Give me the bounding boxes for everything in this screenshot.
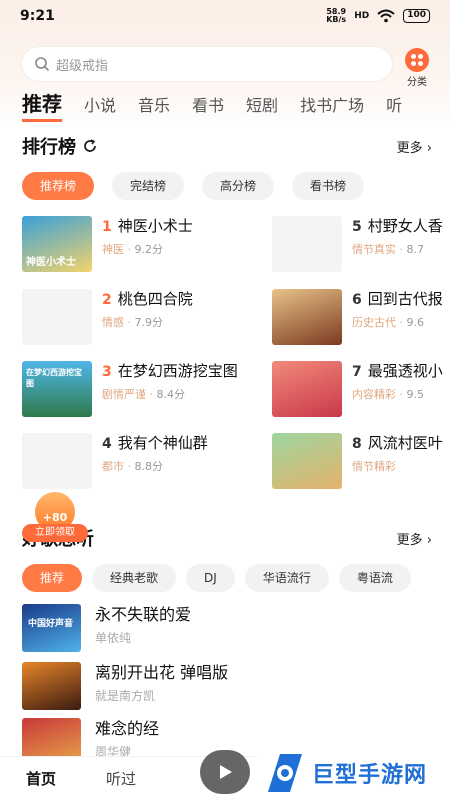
hd-signal-icon: HD: [354, 11, 370, 21]
songs-pills: 推荐 经典老歌 DJ 华语流行 粤语流: [22, 564, 450, 594]
wifi-icon: [377, 9, 395, 23]
tab-listen[interactable]: 听: [386, 92, 402, 122]
book-cover: [272, 433, 342, 489]
tab-recommend[interactable]: 推荐: [22, 88, 62, 122]
nav-listened[interactable]: 听过: [106, 768, 136, 789]
song-item[interactable]: 中国好声音 永不失联的爱 单依纯: [22, 604, 432, 652]
song-artist: 单依纯: [95, 631, 132, 645]
pill-cantopop[interactable]: 粤语流: [338, 564, 411, 592]
ranking-title: 排行榜: [22, 137, 76, 158]
book-title: 风流村医叶: [367, 434, 443, 452]
top-tabs: 推荐 小说 音乐 看书 短剧 找书广场 听: [22, 88, 450, 122]
song-item[interactable]: 离别开出花 弹唱版 就是南方凯: [22, 662, 432, 710]
ranking-header: 排行榜 更多 ›: [22, 132, 432, 160]
pill-reading-rank[interactable]: 看书榜: [292, 172, 365, 200]
ranking-more-link[interactable]: 更多 ›: [397, 137, 432, 156]
pill-completed-rank[interactable]: 完结榜: [112, 172, 185, 200]
book-title: 我有个神仙群: [117, 434, 208, 452]
song-title: 离别开出花 弹唱版: [95, 663, 229, 682]
watermark-logo-icon: [268, 754, 302, 792]
category-button[interactable]: 分类: [402, 46, 432, 88]
battery-icon: 100: [403, 9, 430, 23]
rank-item[interactable]: 4 我有个神仙群 都市 · 8.8分: [22, 433, 242, 489]
rank-item[interactable]: 7 最强透视小 内容精彩 · 9.5: [272, 361, 450, 417]
book-title: 在梦幻西游挖宝图: [117, 362, 238, 380]
play-icon: [220, 765, 232, 779]
book-cover-placeholder: [22, 433, 92, 489]
songs-more-link[interactable]: 更多 ›: [397, 529, 432, 548]
book-cover-placeholder: [272, 216, 342, 272]
player-play-button[interactable]: [200, 750, 250, 794]
pill-recommend-rank[interactable]: 推荐榜: [22, 172, 95, 200]
status-time: 9:21: [20, 8, 55, 24]
book-title: 桃色四合院: [117, 290, 193, 308]
song-artist: 就是南方凯: [95, 689, 156, 703]
network-speed: 58.9 KB/s: [326, 7, 347, 24]
status-indicators: 58.9 KB/s HD 100: [326, 8, 430, 24]
rank-item[interactable]: 2 桃色四合院 情感 · 7.9分: [22, 289, 242, 345]
search-placeholder: 超级戒指: [56, 58, 109, 74]
book-cover: 神医小术士: [22, 216, 92, 272]
rank-item[interactable]: 5 村野女人香 情节真实 · 8.7: [272, 216, 450, 272]
pill-mandopop[interactable]: 华语流行: [244, 564, 329, 592]
song-cover: [22, 662, 81, 710]
pill-high-score-rank[interactable]: 高分榜: [202, 172, 275, 200]
nav-home[interactable]: 首页: [26, 768, 56, 789]
reward-float-button[interactable]: +80 立即领取: [22, 492, 88, 542]
grid-icon: [405, 48, 429, 72]
reward-label: 立即领取: [22, 524, 88, 542]
book-cover: 在梦幻西游挖宝图: [22, 361, 92, 417]
rank-item[interactable]: 8 风流村医叶 情节精彩: [272, 433, 450, 489]
tab-short-drama[interactable]: 短剧: [246, 92, 278, 122]
tab-reading[interactable]: 看书: [192, 92, 224, 122]
status-bar: 9:21 58.9 KB/s HD 100: [0, 0, 450, 32]
song-title: 永不失联的爱: [95, 605, 192, 624]
tab-novel[interactable]: 小说: [84, 92, 116, 122]
search-icon: [35, 57, 50, 72]
search-row: 超级戒指 分类: [22, 46, 432, 88]
pill-song-recommend[interactable]: 推荐: [22, 564, 83, 592]
tab-book-square[interactable]: 找书广场: [300, 92, 364, 122]
book-title: 回到古代报: [367, 290, 443, 308]
song-title: 难念的经: [95, 719, 160, 738]
watermark: 巨型手游网: [258, 746, 450, 800]
ranking-pills: 推荐榜 完结榜 高分榜 看书榜: [22, 172, 450, 202]
search-input[interactable]: 超级戒指: [22, 47, 392, 81]
tab-music[interactable]: 音乐: [138, 92, 170, 122]
watermark-text: 巨型手游网: [312, 763, 428, 788]
book-title: 神医小术士: [117, 217, 193, 235]
song-cover: 中国好声音: [22, 604, 81, 652]
book-title: 村野女人香: [367, 217, 443, 235]
refresh-icon[interactable]: [82, 138, 98, 154]
rank-item[interactable]: 在梦幻西游挖宝图 3 在梦幻西游挖宝图 剧情严谨 · 8.4分: [22, 361, 242, 417]
category-label: 分类: [407, 77, 427, 88]
rank-item[interactable]: 6 回到古代报 历史古代 · 9.6: [272, 289, 450, 345]
book-cover-placeholder: [22, 289, 92, 345]
book-title: 最强透视小: [367, 362, 443, 380]
pill-classic[interactable]: 经典老歌: [92, 564, 177, 592]
rank-item[interactable]: 神医小术士 1 神医小术士 神医 · 9.2分: [22, 216, 242, 272]
book-cover: [272, 289, 342, 345]
pill-dj[interactable]: DJ: [186, 564, 235, 592]
book-cover: [272, 361, 342, 417]
